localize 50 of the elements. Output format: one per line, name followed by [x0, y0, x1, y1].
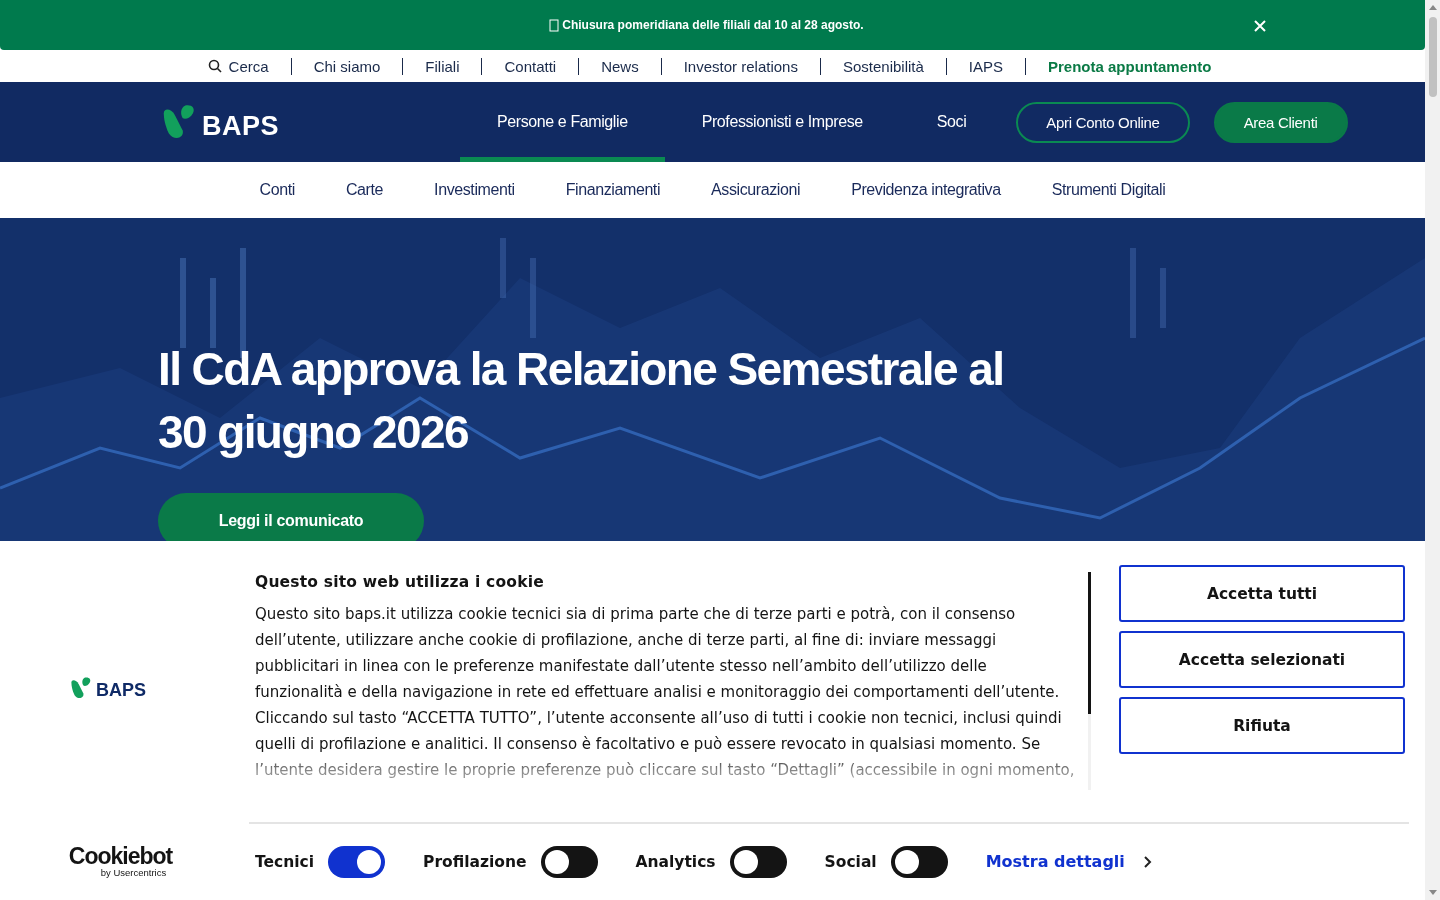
accept-all-button[interactable]: Accetta tutti	[1119, 565, 1405, 622]
nav-tab[interactable]: Professionisti e Imprese	[664, 82, 900, 162]
scroll-up-icon	[1427, 4, 1438, 11]
reject-button[interactable]: Rifiuta	[1119, 697, 1405, 754]
scrollbar-thumb[interactable]	[1088, 572, 1091, 714]
brand-name: Cookiebot	[68, 845, 173, 867]
subnav-link[interactable]: Assicurazioni	[711, 181, 801, 199]
logo-text: BAPS	[202, 110, 279, 142]
toggle-switch[interactable]	[890, 845, 948, 878]
close-button[interactable]	[1253, 19, 1267, 33]
toggle-switch[interactable]	[328, 845, 386, 878]
chevron-icon	[1142, 855, 1152, 868]
scrollbar-thumb[interactable]	[1428, 17, 1437, 97]
nav-tab[interactable]: Soci	[899, 82, 1004, 162]
top-link[interactable]: Sostenibilità	[820, 57, 946, 75]
accept-selected-button[interactable]: Accetta selezionati	[1119, 631, 1405, 688]
toggle-label: Social	[824, 852, 877, 871]
close-icon	[1253, 19, 1267, 33]
client-area-button[interactable]: Area Clienti	[1213, 101, 1348, 143]
subnav-link[interactable]: Investimenti	[434, 181, 515, 199]
top-link[interactable]: Contatti	[482, 57, 579, 75]
cookie-title: Questo sito web utilizza i cookie	[255, 573, 545, 591]
announcement-text: Chiusura pomeridiana delle filiali dal 10 al 28 agosto.	[562, 18, 864, 32]
top-link[interactable]: IAPS	[946, 57, 1025, 75]
top-link[interactable]: Filiali	[403, 57, 482, 75]
cookie-text: Questo sito baps.it utilizza cookie tecnici sia di prima parte che di terze parti e potrà, con il consenso dell’utente, utilizzare anche cookie di profilazione, anche di terze parti, al fine di: inviare messaggi pubblicitari in linea con le preferenze manifestate dall’utente stesso nell’ambito dell’utilizzo delle funzionalità e della navigazione in rete ed effettuare analisi e monitoraggio dei comportamenti dell’utente. Cliccando sul tasto “ACCETTA TUTTO”, l’utente acconsente all’uso di tutti i cookie non tecnici, inclusi quindi quelli di profilazione e analitici. Il consenso è facoltativo e può essere revocato in qualsiasi momento. Se l’utente desidera gestire le proprie preferenze può cliccare sul tasto “Dettagli” (accessibile in ogni momento,	[255, 604, 1076, 781]
toggle-switch[interactable]	[540, 845, 598, 878]
top-link[interactable]: News	[579, 57, 661, 75]
top-link[interactable]: Prenota appuntamento	[1026, 57, 1234, 75]
brand-tagline: by Usercentrics	[100, 867, 167, 878]
details-link[interactable]: Mostra dettagli	[985, 852, 1125, 871]
subnav-link[interactable]: Finanziamenti	[565, 181, 661, 199]
hero-title: Il CdA approva la Relazione Semestrale al 30 giugno 2026	[158, 342, 1005, 460]
search-link[interactable]: Cerca	[185, 57, 291, 75]
subnav-link[interactable]: Conti	[259, 181, 295, 199]
toggle-label: Tecnici	[255, 852, 315, 871]
logo-text: BAPS	[96, 680, 146, 701]
toggle-label: Profilazione	[423, 852, 527, 871]
top-link[interactable]: Investor relations	[661, 57, 820, 75]
leaf-icon	[69, 676, 93, 700]
open-account-button[interactable]: Apri Conto Online	[1016, 101, 1190, 143]
scroll-down-icon	[1427, 889, 1438, 896]
subnav-link[interactable]: Carte	[345, 181, 384, 199]
square-icon	[549, 18, 560, 32]
subnav-link[interactable]: Strumenti Digitali	[1051, 181, 1166, 199]
top-link[interactable]: Chi siamo	[291, 57, 403, 75]
toggle-switch[interactable]	[729, 845, 787, 878]
subnav-link[interactable]: Previdenza integrativa	[851, 181, 1001, 199]
toggle-label: Analytics	[635, 852, 716, 871]
search-icon	[207, 59, 222, 73]
